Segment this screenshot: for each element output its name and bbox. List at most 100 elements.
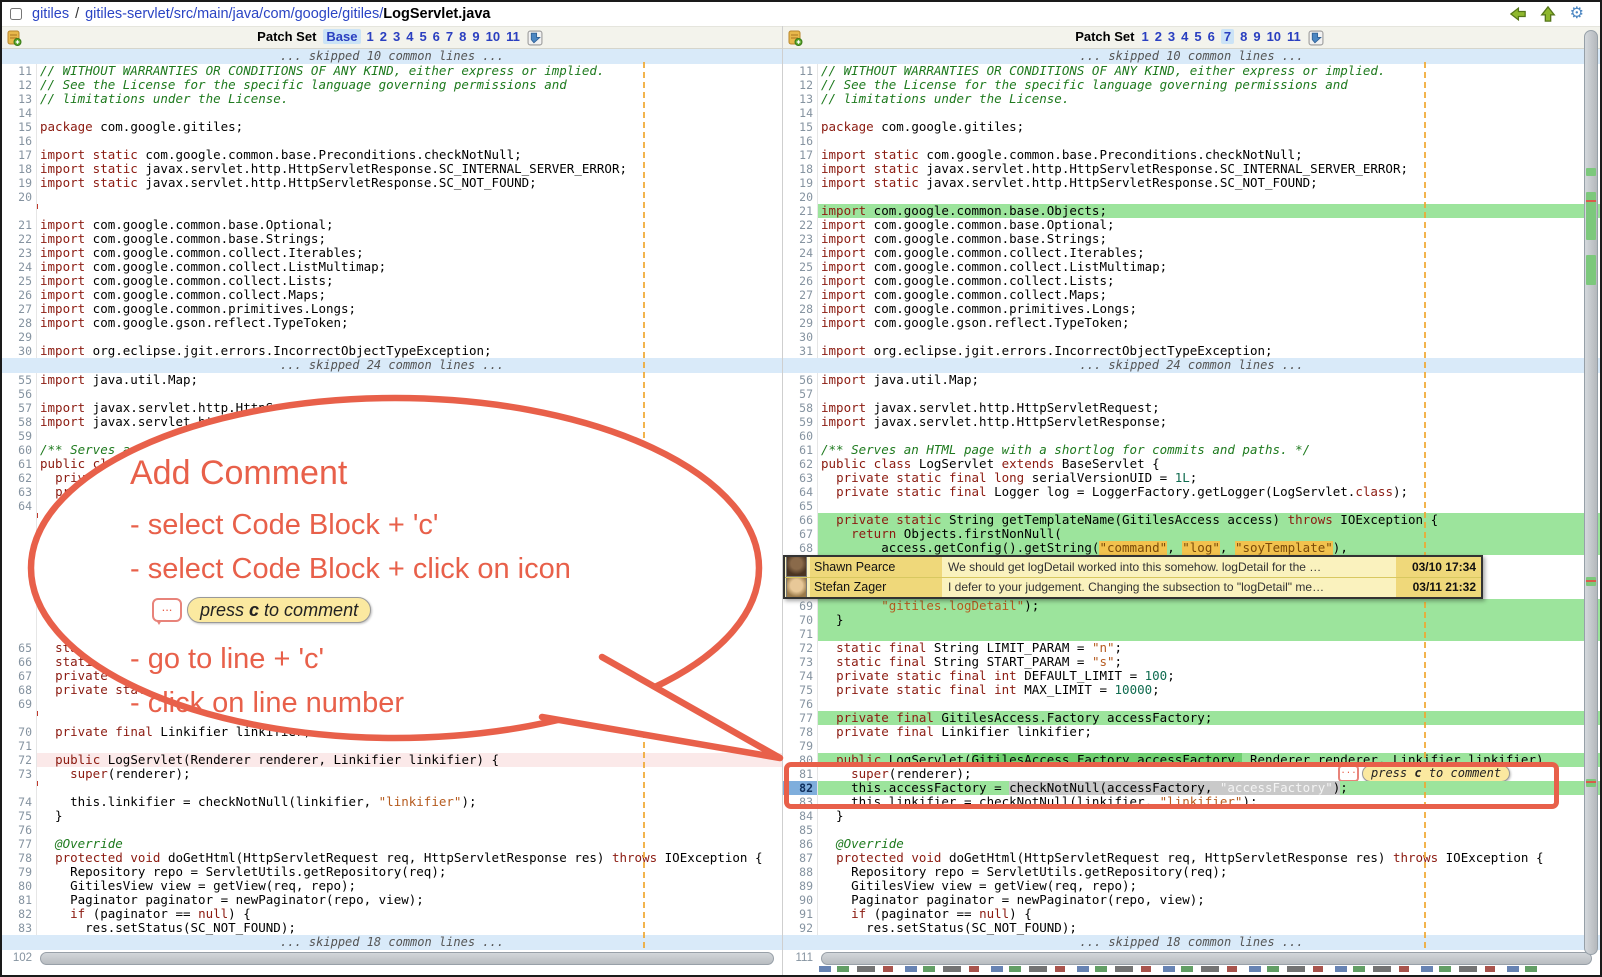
patch-set-10[interactable]: 10	[1267, 29, 1281, 44]
line-number[interactable]: 84	[783, 809, 817, 823]
line-number[interactable]: 80	[783, 753, 817, 767]
line-number[interactable]: 81	[783, 767, 817, 781]
line-number[interactable]: 65	[2, 641, 36, 655]
line-number[interactable]: 78	[2, 851, 36, 865]
prev-file-arrow-icon[interactable]	[1510, 6, 1526, 22]
patch-set-6[interactable]: 6	[1208, 29, 1215, 44]
line-number[interactable]: 92	[783, 921, 817, 935]
line-number[interactable]: 13	[783, 92, 817, 106]
line-number[interactable]: 22	[2, 232, 36, 246]
patch-set-3[interactable]: 3	[1168, 29, 1175, 44]
up-to-change-arrow-icon[interactable]	[1540, 6, 1556, 22]
patch-set-4[interactable]: 4	[1181, 29, 1188, 44]
line-number[interactable]: 16	[783, 134, 817, 148]
line-number[interactable]: 58	[783, 401, 817, 415]
line-number[interactable]: 76	[2, 823, 36, 837]
line-number[interactable]: 18	[783, 162, 817, 176]
skipped-lines-expander[interactable]: ... skipped 18 common lines ...	[783, 935, 1600, 950]
line-number[interactable]: 85	[783, 823, 817, 837]
line-number[interactable]: 60	[2, 443, 36, 457]
download-patch-icon[interactable]	[1308, 30, 1324, 46]
line-number[interactable]: 21	[2, 218, 36, 232]
line-number[interactable]: 11	[783, 64, 817, 78]
line-number[interactable]: 24	[2, 260, 36, 274]
line-number[interactable]: 15	[783, 120, 817, 134]
line-number[interactable]: 71	[783, 627, 817, 641]
line-number[interactable]: 78	[783, 725, 817, 739]
line-number[interactable]: 73	[2, 767, 36, 781]
line-number[interactable]: 57	[2, 401, 36, 415]
line-number[interactable]: 102	[2, 951, 36, 965]
line-number[interactable]: 69	[2, 697, 36, 711]
line-number[interactable]: 26	[783, 274, 817, 288]
line-number[interactable]: 64	[2, 499, 36, 513]
line-number[interactable]: 59	[783, 415, 817, 429]
patch-set-6[interactable]: 6	[433, 29, 440, 44]
patch-set-7[interactable]: 7	[446, 29, 453, 44]
skipped-lines-expander[interactable]: ... skipped 24 common lines ...	[783, 358, 1600, 373]
patch-set-2[interactable]: 2	[380, 29, 387, 44]
line-number[interactable]: 13	[2, 92, 36, 106]
line-number[interactable]: 57	[783, 387, 817, 401]
line-number[interactable]: 14	[2, 106, 36, 120]
line-number[interactable]: 17	[783, 148, 817, 162]
line-number[interactable]: 55	[2, 373, 36, 387]
line-number[interactable]: 61	[2, 457, 36, 471]
patch-set-8[interactable]: 8	[1240, 29, 1247, 44]
comment-bubble-icon[interactable]: ...	[1338, 767, 1359, 781]
line-number[interactable]: 62	[2, 471, 36, 485]
line-number[interactable]: 28	[2, 316, 36, 330]
line-number[interactable]: 31	[783, 344, 817, 358]
line-number[interactable]: 61	[783, 443, 817, 457]
skipped-lines-expander[interactable]: ... skipped 10 common lines ...	[783, 49, 1600, 64]
patch-set-3[interactable]: 3	[393, 29, 400, 44]
line-number[interactable]: 12	[783, 78, 817, 92]
line-number[interactable]: 87	[783, 851, 817, 865]
line-number[interactable]: 67	[783, 527, 817, 541]
line-number[interactable]: 67	[2, 669, 36, 683]
line-number[interactable]: 86	[783, 837, 817, 851]
skipped-lines-expander[interactable]: ... skipped 24 common lines ...	[2, 358, 782, 373]
line-number[interactable]: 83	[783, 795, 817, 809]
patch-set-1[interactable]: 1	[1141, 29, 1148, 44]
horizontal-scrollbar-thumb[interactable]	[40, 952, 774, 965]
patch-set-4[interactable]: 4	[406, 29, 413, 44]
line-number[interactable]: 81	[2, 893, 36, 907]
line-number[interactable]: 29	[2, 330, 36, 344]
line-number[interactable]: 27	[2, 302, 36, 316]
patch-set-7[interactable]: 7	[1221, 29, 1234, 44]
line-number[interactable]: 69	[783, 599, 817, 613]
line-number[interactable]: 66	[783, 513, 817, 527]
line-number[interactable]: 20	[2, 190, 36, 204]
line-number[interactable]: 68	[783, 541, 817, 555]
line-number[interactable]: 80	[2, 879, 36, 893]
line-number[interactable]: 20	[783, 190, 817, 204]
line-number[interactable]: 25	[2, 274, 36, 288]
line-number[interactable]: 11	[2, 64, 36, 78]
comment-row[interactable]: Stefan ZagerI defer to your judgement. C…	[785, 578, 1481, 598]
line-number[interactable]: 111	[783, 951, 817, 965]
line-number[interactable]: 29	[783, 316, 817, 330]
line-number[interactable]: 72	[2, 753, 36, 767]
breadcrumb-path-link[interactable]: gitiles-servlet/src/main/java/com/google…	[85, 6, 383, 22]
line-number[interactable]: 65	[783, 499, 817, 513]
line-number[interactable]: 82	[2, 907, 36, 921]
line-number[interactable]: 56	[783, 373, 817, 387]
horizontal-scrollbar-thumb[interactable]	[821, 952, 1592, 965]
line-number[interactable]: 30	[783, 330, 817, 344]
patch-set-base[interactable]: Base	[323, 29, 360, 44]
line-number[interactable]: 23	[2, 246, 36, 260]
line-number[interactable]: 24	[783, 246, 817, 260]
settings-gear-icon[interactable]: ⚙	[1570, 6, 1584, 22]
line-number[interactable]: 73	[783, 655, 817, 669]
line-number[interactable]: 16	[2, 134, 36, 148]
line-number[interactable]: 74	[2, 795, 36, 809]
breadcrumb-project-link[interactable]: gitiles	[32, 6, 69, 22]
patch-set-9[interactable]: 9	[472, 29, 479, 44]
file-reviewed-checkbox[interactable]	[10, 8, 22, 20]
line-number[interactable]: 75	[783, 683, 817, 697]
line-number[interactable]: 28	[783, 302, 817, 316]
line-number[interactable]: 60	[783, 429, 817, 443]
line-number[interactable]: 22	[783, 218, 817, 232]
line-number[interactable]: 83	[2, 921, 36, 935]
